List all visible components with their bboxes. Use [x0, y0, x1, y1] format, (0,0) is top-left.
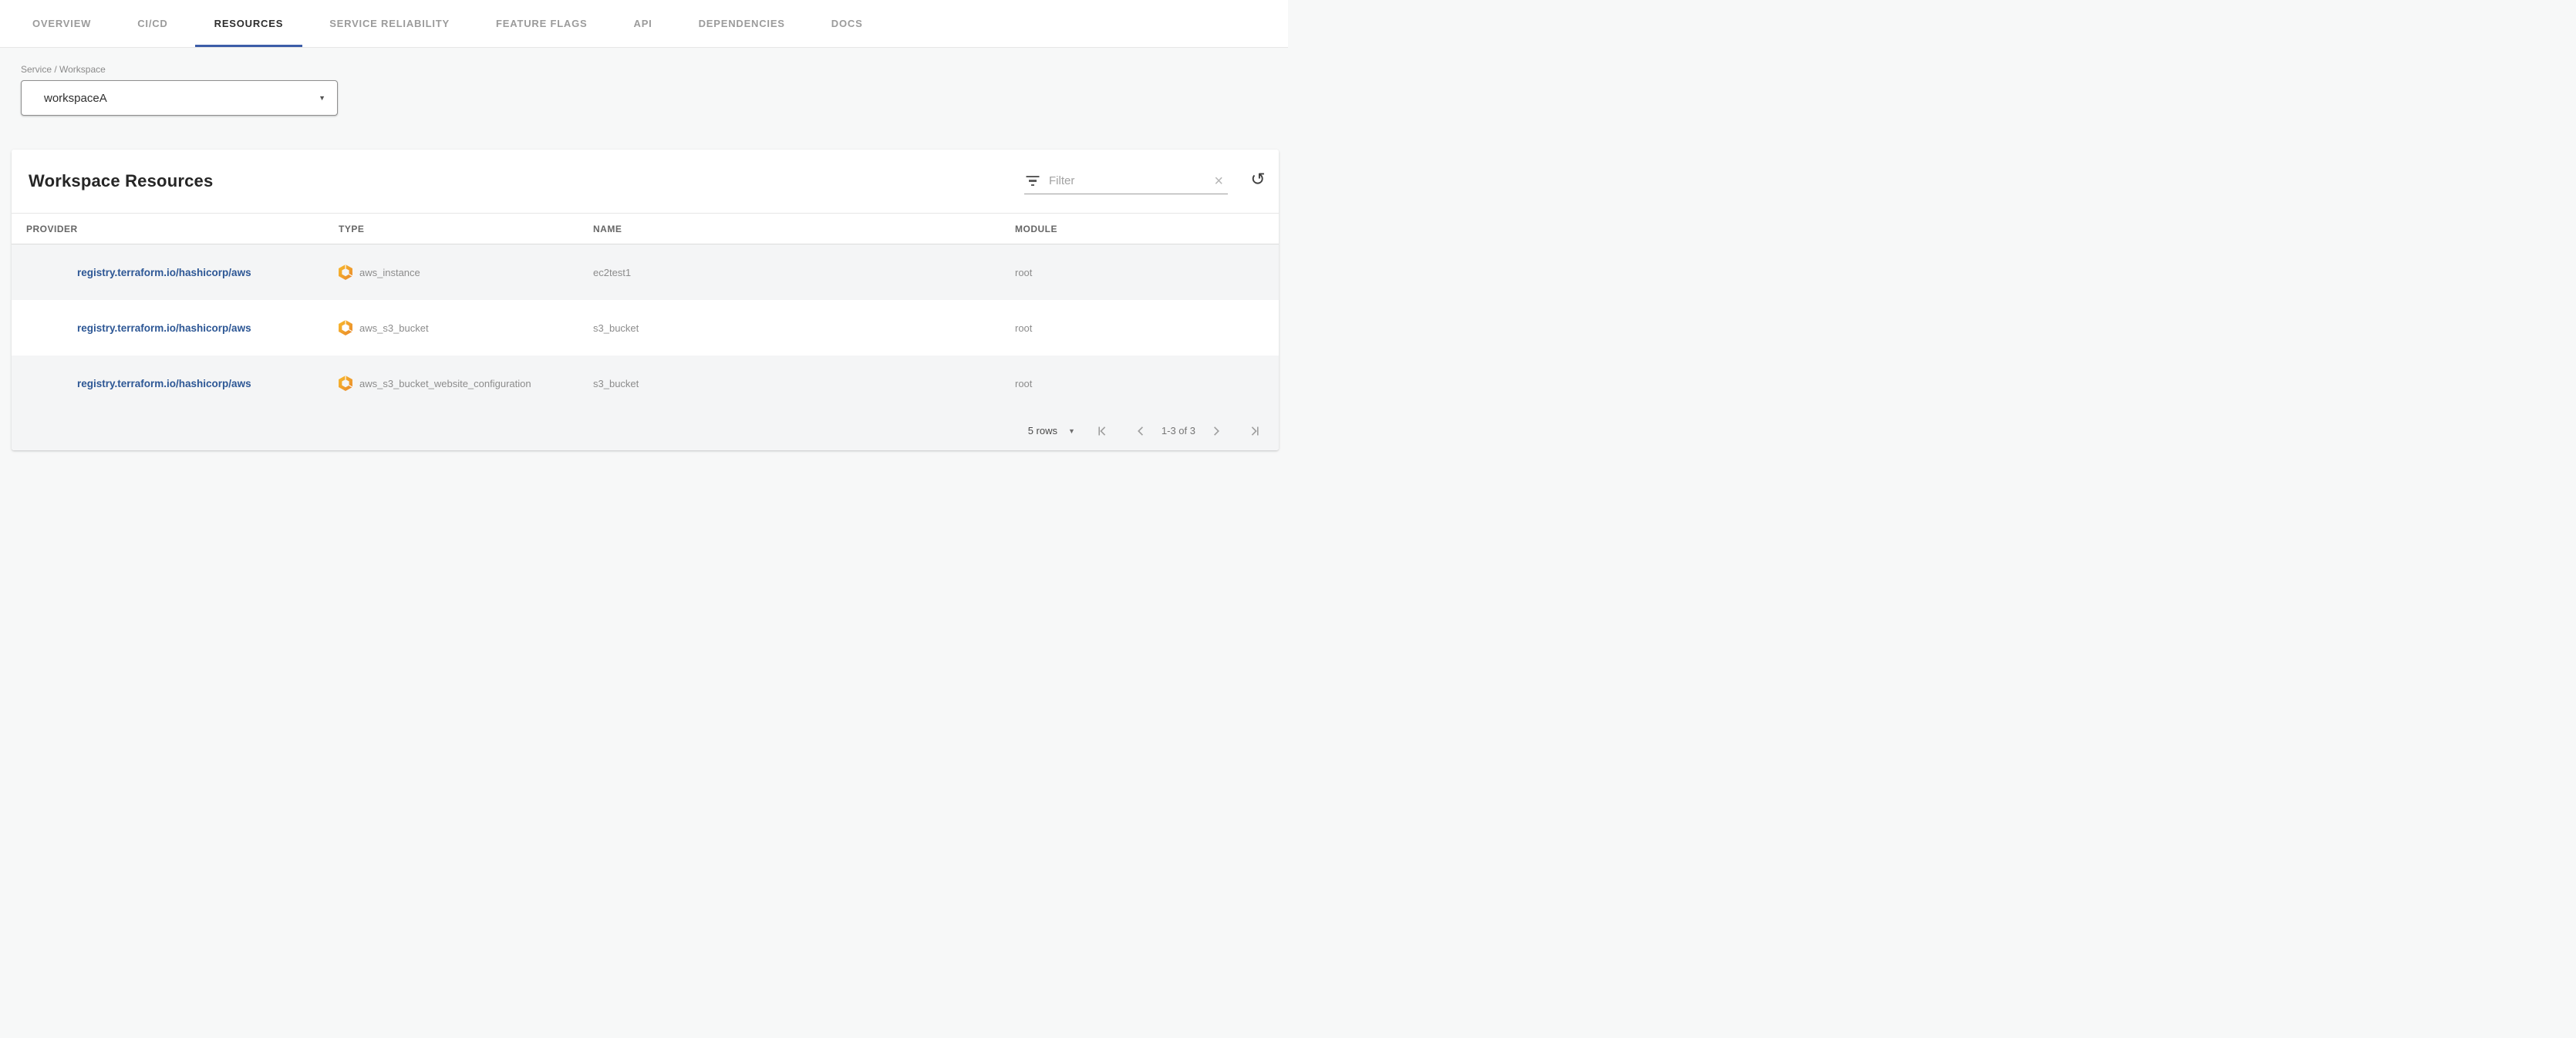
filter-input[interactable] — [1049, 174, 1212, 187]
table-pagination: 5 rows ▼ 1-3 of 3 — [12, 411, 1279, 450]
filter-field[interactable]: × — [1024, 168, 1228, 194]
tab-cicd[interactable]: CI/CD — [114, 0, 191, 47]
table-body: registry.terraform.io/hashicorp/aws aws_… — [12, 244, 1279, 411]
provider-link[interactable]: registry.terraform.io/hashicorp/aws — [77, 378, 251, 389]
provider-link[interactable]: registry.terraform.io/hashicorp/aws — [77, 322, 251, 334]
aws-provider-icon — [339, 376, 352, 391]
resource-type: aws_s3_bucket — [359, 322, 429, 334]
table-header-row: PROVIDER TYPE NAME MODULE — [12, 214, 1279, 244]
workspace-select[interactable]: workspaceA ▼ — [21, 80, 338, 116]
type-cell: aws_s3_bucket_website_configuration — [339, 376, 593, 391]
tab-docs[interactable]: DOCS — [808, 0, 886, 47]
tab-overview[interactable]: OVERVIEW — [9, 0, 114, 47]
column-header-type: TYPE — [339, 224, 593, 234]
aws-provider-icon — [339, 320, 352, 335]
workspace-select-value: workspaceA — [44, 92, 107, 105]
resource-type: aws_s3_bucket_website_configuration — [359, 378, 531, 389]
table-row: registry.terraform.io/hashicorp/aws aws_… — [12, 356, 1279, 411]
table-row: registry.terraform.io/hashicorp/aws aws_… — [12, 244, 1279, 300]
module-cell: root — [1015, 378, 1279, 389]
name-cell: s3_bucket — [593, 322, 1015, 334]
tab-feature-flags[interactable]: FEATURE FLAGS — [473, 0, 611, 47]
card-title: Workspace Resources — [29, 171, 213, 191]
column-header-provider: PROVIDER — [12, 224, 339, 234]
name-cell: s3_bucket — [593, 378, 1015, 389]
workspace-selector-label: Service / Workspace — [21, 64, 1288, 75]
workspace-resources-card: Workspace Resources × ↺ PROVIDER TYPE NA… — [12, 150, 1279, 450]
chevron-down-icon: ▼ — [319, 94, 325, 102]
column-header-module: MODULE — [1015, 224, 1279, 234]
column-header-name: NAME — [593, 224, 1015, 234]
next-page-icon[interactable] — [1208, 423, 1225, 440]
previous-page-icon[interactable] — [1132, 423, 1149, 440]
table-row: registry.terraform.io/hashicorp/aws aws_… — [12, 300, 1279, 356]
provider-cell: registry.terraform.io/hashicorp/aws — [12, 267, 339, 278]
tab-resources[interactable]: RESOURCES — [191, 0, 307, 47]
pagination-range-label: 1-3 of 3 — [1162, 425, 1195, 436]
provider-link[interactable]: registry.terraform.io/hashicorp/aws — [77, 267, 251, 278]
module-cell: root — [1015, 267, 1279, 278]
last-page-icon[interactable] — [1246, 423, 1263, 440]
clear-filter-icon[interactable]: × — [1212, 174, 1225, 189]
type-cell: aws_instance — [339, 265, 593, 280]
refresh-icon[interactable]: ↺ — [1248, 170, 1268, 190]
tab-api[interactable]: API — [611, 0, 676, 47]
rows-per-page-value: 5 rows — [1028, 425, 1057, 436]
filter-icon — [1026, 176, 1040, 187]
workspace-selector-section: Service / Workspace workspaceA ▼ — [0, 48, 1288, 116]
entity-tab-bar: OVERVIEW CI/CD RESOURCES SERVICE RELIABI… — [0, 0, 1288, 48]
card-header: Workspace Resources × ↺ — [12, 150, 1279, 214]
module-cell: root — [1015, 322, 1279, 334]
provider-cell: registry.terraform.io/hashicorp/aws — [12, 322, 339, 334]
first-page-icon[interactable] — [1094, 423, 1111, 440]
aws-provider-icon — [339, 265, 352, 280]
tab-dependencies[interactable]: DEPENDENCIES — [676, 0, 808, 47]
provider-cell: registry.terraform.io/hashicorp/aws — [12, 378, 339, 389]
tab-service-reliability[interactable]: SERVICE RELIABILITY — [306, 0, 473, 47]
name-cell: ec2test1 — [593, 267, 1015, 278]
resource-type: aws_instance — [359, 267, 420, 278]
rows-per-page-select[interactable]: 5 rows ▼ — [1028, 425, 1075, 436]
chevron-down-icon: ▼ — [1068, 427, 1075, 435]
type-cell: aws_s3_bucket — [339, 320, 593, 335]
